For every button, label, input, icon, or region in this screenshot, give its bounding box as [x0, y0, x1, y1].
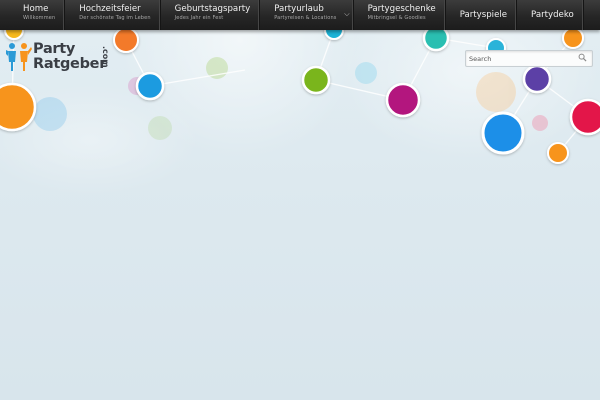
logo-text-ratgeber: Ratgeber [33, 56, 107, 72]
nav-item-partydeko[interactable]: Partydeko [517, 0, 584, 30]
bubble [522, 64, 552, 94]
nav-item-hochzeitsfeier[interactable]: Hochzeitsfeier Der schönste Tag im Leben [65, 0, 161, 30]
nav-item-label: Partyspiele [459, 9, 508, 20]
chevron-down-icon: ⌵ [344, 10, 350, 18]
nav-item-label: Partyurlaub [274, 4, 324, 14]
nav-item-geburtstagsparty[interactable]: Geburtstagsparty Jedes Jahr ein Fest [161, 0, 261, 30]
bubble [562, 27, 584, 49]
nav-item-label: Partydeko [531, 9, 574, 20]
nav-item-subtitle: Jedes Jahr ein Fest [174, 15, 224, 21]
main-navigation: Home Willkommen Hochzeitsfeier Der schön… [0, 0, 600, 30]
nav-item-subtitle: Mitbringsel & Goodies [367, 15, 426, 21]
nav-item-subtitle: Willkommen [23, 15, 56, 21]
bubble [569, 98, 600, 136]
search-box [465, 50, 593, 67]
bubble [301, 65, 331, 95]
nav-item-partyurlaub[interactable]: Partyurlaub Partyreisen & Locations ⌵ [260, 0, 354, 30]
logo-text-party: Party [33, 41, 76, 57]
nav-item-label: Partygeschenke [367, 4, 436, 14]
bubble [481, 111, 525, 155]
bubble [0, 82, 37, 132]
nav-item-subtitle: Der schönste Tag im Leben [79, 15, 151, 21]
nav-item-label: Hochzeitsfeier [79, 4, 141, 14]
nav-item-label: Home [23, 4, 49, 14]
nav-item-home[interactable]: Home Willkommen [0, 0, 66, 30]
bubble-network-decoration [0, 20, 600, 164]
search-input[interactable] [469, 51, 569, 66]
bubble [547, 142, 569, 164]
magnifier-icon[interactable] [578, 53, 587, 62]
bubble [385, 82, 421, 118]
logo-text-com: .com [101, 46, 110, 68]
nav-item-label: Geburtstagsparty [174, 4, 251, 14]
site-logo[interactable]: Party Ratgeber .com [6, 41, 126, 75]
nav-item-partyspiele[interactable]: Partyspiele [446, 0, 518, 30]
nav-item-partygeschenke[interactable]: Partygeschenke Mitbringsel & Goodies [354, 0, 446, 30]
nav-item-subtitle: Partyreisen & Locations [274, 15, 337, 21]
people-icon [6, 43, 32, 71]
bubble [135, 71, 165, 101]
